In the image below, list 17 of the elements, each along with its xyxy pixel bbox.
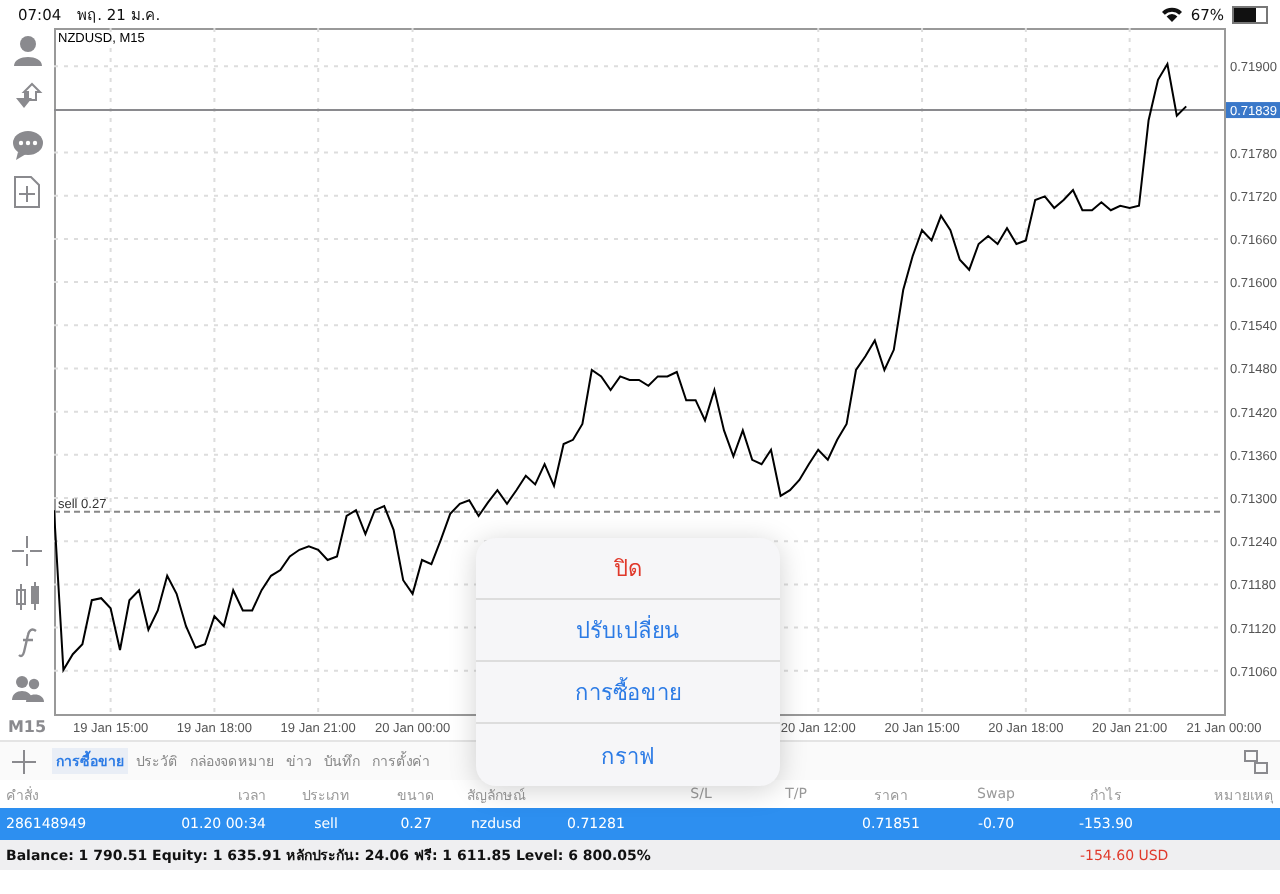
crosshair-icon[interactable] (12, 536, 42, 566)
new-document-icon[interactable] (14, 176, 40, 208)
line-series (54, 63, 1188, 671)
menu-item[interactable]: ปรับเปลี่ยน (476, 600, 780, 662)
people-icon[interactable] (11, 674, 43, 702)
plus-icon[interactable] (12, 749, 36, 773)
candlestick-icon[interactable] (13, 582, 41, 612)
battery-icon (1232, 5, 1268, 23)
menu-item[interactable]: การซื้อขาย (476, 662, 780, 724)
menu-item[interactable]: ปิด (476, 538, 780, 600)
menu-item[interactable]: กราฟ (476, 724, 780, 786)
layout-toggle-icon[interactable] (1244, 749, 1268, 773)
chat-bubble-icon[interactable] (11, 130, 43, 160)
wifi-icon (1162, 6, 1183, 22)
italic-f-icon[interactable] (17, 628, 37, 658)
timeframe-label[interactable]: M15 (7, 718, 47, 736)
account-person-icon[interactable] (11, 34, 43, 66)
